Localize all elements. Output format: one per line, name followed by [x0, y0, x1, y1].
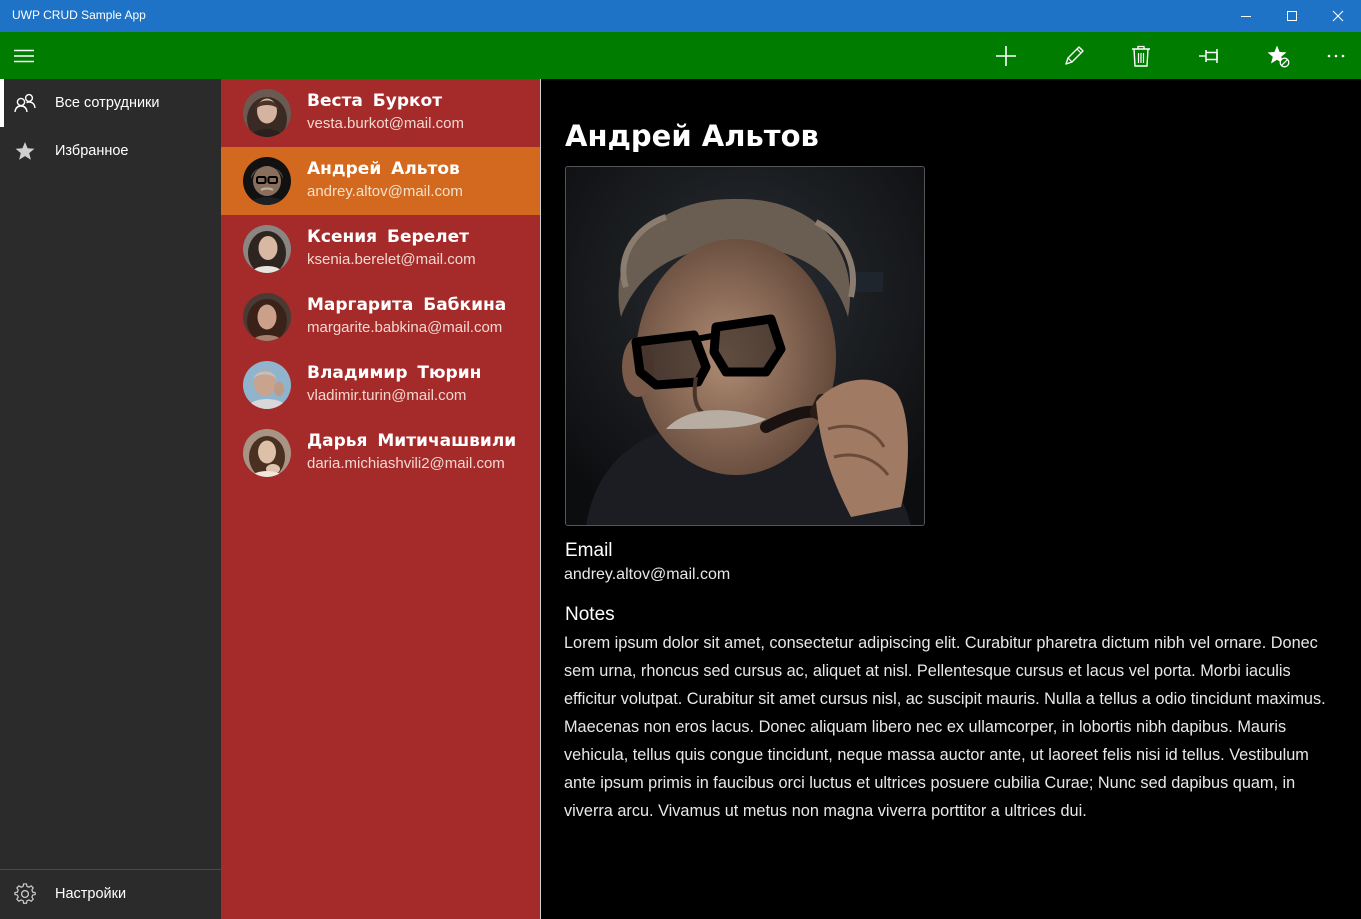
contact-name: Ксения Берелет: [307, 227, 470, 247]
contact-email: vladimir.turin@mail.com: [307, 387, 467, 404]
navigation-pane: Все сотрудники Избранное Настройки: [0, 79, 221, 919]
minimize-button[interactable]: [1223, 0, 1269, 32]
avatar: [243, 225, 291, 273]
nav-item-all-employees[interactable]: Все сотрудники: [0, 79, 221, 127]
close-icon: [1332, 10, 1344, 22]
avatar: [243, 361, 291, 409]
maximize-button[interactable]: [1269, 0, 1315, 32]
employee-photo: [565, 166, 925, 526]
contact-name: Владимир Тюрин: [307, 363, 482, 383]
favorite-icon: [1267, 45, 1290, 67]
delete-button[interactable]: [1107, 32, 1175, 79]
contact-name: Веста Буркот: [307, 91, 443, 111]
contact-list-item[interactable]: Веста Буркот vesta.burkot@mail.com: [221, 79, 540, 147]
contact-email: ksenia.berelet@mail.com: [307, 251, 476, 268]
hamburger-button[interactable]: [0, 32, 48, 79]
email-label: Email: [565, 540, 613, 561]
minimize-icon: [1241, 16, 1251, 17]
command-bar: [0, 32, 1361, 79]
more-icon: [1327, 54, 1345, 57]
contact-name: Маргарита Бабкина: [307, 295, 507, 315]
window-title: UWP CRUD Sample App: [12, 8, 146, 22]
nav-item-label: Избранное: [55, 143, 129, 159]
contact-name: Дарья Митичашвили: [307, 431, 517, 451]
contact-list-item[interactable]: Маргарита Бабкина margarite.babkina@mail…: [221, 283, 540, 351]
nav-item-label: Настройки: [55, 886, 127, 902]
contact-list-item[interactable]: Владимир Тюрин vladimir.turin@mail.com: [221, 351, 540, 419]
nav-item-favorites[interactable]: Избранное: [0, 127, 221, 175]
edit-icon: [1065, 45, 1084, 65]
contact-email: daria.michiashvili2@mail.com: [307, 455, 505, 472]
pin-icon: [1199, 48, 1218, 63]
notes-label: Notes: [565, 604, 615, 625]
gear-icon: [0, 870, 50, 918]
title-bar: UWP CRUD Sample App: [0, 0, 1361, 32]
avatar: [243, 429, 291, 477]
contact-name: Андрей Альтов: [307, 159, 460, 179]
add-button[interactable]: [972, 32, 1040, 79]
close-button[interactable]: [1315, 0, 1361, 32]
hamburger-icon: [14, 49, 34, 62]
contact-list-item[interactable]: Дарья Митичашвили daria.michiashvili2@ma…: [221, 419, 540, 487]
maximize-icon: [1287, 11, 1297, 21]
edit-button[interactable]: [1040, 32, 1108, 79]
avatar: [243, 89, 291, 137]
contact-email: vesta.burkot@mail.com: [307, 115, 464, 132]
favorite-button[interactable]: [1244, 32, 1312, 79]
avatar: [243, 293, 291, 341]
pin-button[interactable]: [1176, 32, 1244, 79]
delete-icon: [1132, 45, 1150, 67]
contact-email: andrey.altov@mail.com: [307, 183, 463, 200]
contact-list: Веста Буркот vesta.burkot@mail.com Андре…: [221, 79, 540, 919]
add-icon: [996, 45, 1016, 66]
more-button[interactable]: [1312, 32, 1360, 79]
people-icon: [0, 79, 50, 127]
avatar: [243, 157, 291, 205]
contact-email: margarite.babkina@mail.com: [307, 319, 503, 336]
nav-item-settings[interactable]: Настройки: [0, 870, 221, 918]
contact-list-item[interactable]: Ксения Берелет ksenia.berelet@mail.com: [221, 215, 540, 283]
contact-list-item[interactable]: Андрей Альтов andrey.altov@mail.com: [221, 147, 540, 215]
detail-name: Андрей Альтов: [565, 119, 819, 153]
email-value: andrey.altov@mail.com: [564, 566, 731, 583]
nav-item-label: Все сотрудники: [55, 95, 160, 111]
notes-text: Lorem ipsum dolor sit amet, consectetur …: [564, 634, 1326, 820]
star-icon: [0, 127, 50, 175]
detail-pane: Андрей Альтов Email andrey.altov@mail.co…: [541, 79, 1361, 919]
